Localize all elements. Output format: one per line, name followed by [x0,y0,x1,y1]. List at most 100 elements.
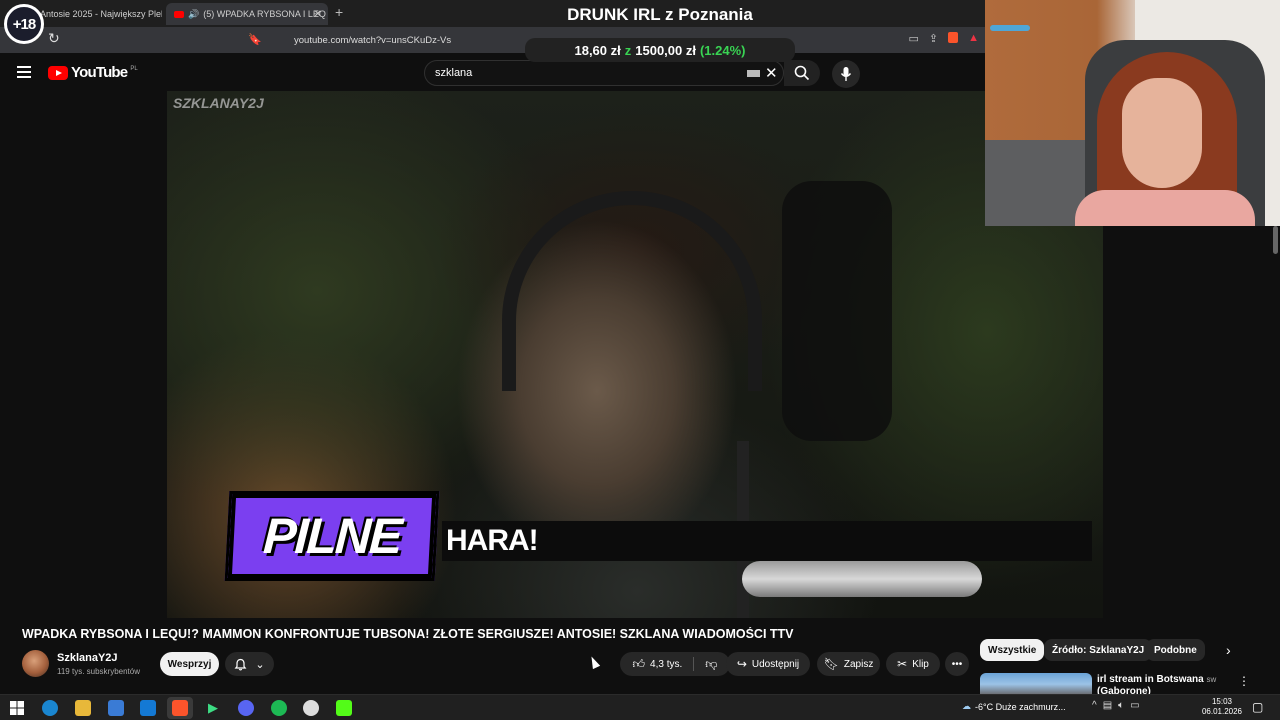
reload-icon[interactable]: ↻ [48,30,60,47]
video-player[interactable]: SZKLANAY2J PILNE HARA! [167,91,1103,618]
weather-text: -6°C Duże zachmurz... [975,701,1066,712]
url-text: youtube.com/watch?v=unsCKuDz-Vs [294,34,452,46]
system-tray: ^ ▤ 🔈︎ ▭ [1092,700,1140,711]
notification-icon[interactable]: ▢ [1252,700,1263,714]
logo-text: YouTube [71,64,128,81]
browser-tab[interactable]: Antosie 2025 - Największy Pleb [40,3,162,25]
stream-title: DRUNK IRL z Poznania [567,5,753,24]
close-tab-icon[interactable]: ✕ [314,9,322,20]
volume-icon[interactable]: 🔈︎ [1118,700,1124,711]
mouse-cursor [587,654,601,670]
browser-tab-bar: Antosie 2025 - Największy Pleb 🔊 (5) WPA… [0,0,985,27]
cloud-icon: ☁ [962,701,971,711]
more-actions-button[interactable]: ••• [945,652,969,676]
more-icon: ••• [951,658,963,670]
windows-taskbar: ▶ ☁ -6°C Duże zachmurz... ^ ▤ 🔈︎ ▭ 15:03… [0,694,1280,720]
address-bar-row: ↻ 🔖 youtube.com/watch?v=unsCKuDz-Vs ▭ ⇪ … [0,27,985,53]
clip-button[interactable]: ✂ Klip [886,652,940,676]
rec-badge: sw [1206,675,1217,684]
news-ticker: HARA! [442,521,1092,561]
brave-shield-icon[interactable] [948,32,959,43]
thumbs-down-icon[interactable]: 👎︎ [705,657,717,672]
video-title: WPADKA RYBSONA I LEQU!? MAMMON KONFRONTU… [22,627,794,641]
youtube-logo[interactable]: YouTube PL [48,64,138,81]
store-icon[interactable] [108,700,124,716]
save-label: Zapisz [843,658,874,670]
bookmark-icon[interactable]: 🔖 [248,33,262,46]
youtube-favicon-icon [174,10,184,18]
keyboard-icon[interactable] [747,70,760,77]
clear-search-icon[interactable]: ✕ [765,64,778,82]
share-icon: ↪ [736,657,747,671]
chevron-down-icon: ⌄ [255,658,265,671]
clip-label: Klip [912,658,929,670]
recommendation-menu-icon[interactable]: ⋮ [1238,674,1250,688]
notifications-button[interactable]: ⌄ [225,652,274,676]
battery-icon[interactable]: ▭ [1130,700,1139,711]
chip-source[interactable]: Źródło: SzklanaY2J [1044,639,1153,661]
share-page-icon[interactable]: ⇪ [929,32,938,45]
share-button[interactable]: ↪ Udostępnij [726,652,810,676]
voice-search-button[interactable] [832,60,860,88]
channel-watermark: SZKLANAY2J [173,95,264,111]
play-icon[interactable]: ▶ [205,700,221,716]
chip-all[interactable]: Wszystkie [980,639,1045,661]
badge-text: PILNE [261,508,403,564]
support-button[interactable]: Wesprzyj [160,652,219,676]
menu-icon[interactable] [17,66,31,78]
microphone-icon [840,67,852,81]
spotify-icon[interactable] [271,700,287,716]
like-count: 4,3 tys. [650,658,683,670]
webcam-overlay [985,0,1280,226]
scrollbar-thumb[interactable] [1273,226,1278,254]
thumbs-up-icon: 👍︎ [632,656,646,671]
tray-chevron-icon[interactable]: ^ [1092,700,1097,711]
edge-icon[interactable] [42,700,58,716]
headphones [502,191,762,391]
save-icon: 🔖︎ [823,657,839,671]
subscriber-count: 119 tys. subskrybentów [57,667,141,676]
file-explorer-icon[interactable] [75,700,91,716]
windows-start-icon[interactable] [9,700,25,716]
new-tab-button[interactable]: + [335,4,343,20]
like-button[interactable]: 👍︎ 4,3 tys. 👎︎ [620,652,730,676]
channel-avatar[interactable] [22,650,49,677]
youtube-play-icon [48,65,68,80]
search-input[interactable]: szklana ✕ [424,60,784,86]
outlook-icon[interactable] [140,700,156,716]
channel-name[interactable]: SzklanaY2J [57,652,118,664]
speaker-icon: 🔊 [188,8,200,19]
clock-date: 06.01.2026 [1201,707,1243,716]
breaking-news-badge: PILNE [224,491,440,581]
screen: Antosie 2025 - Największy Pleb 🔊 (5) WPA… [0,0,1280,720]
donation-current: 18,60 zł [574,42,621,58]
youtube-header: YouTube PL szklana ✕ [0,53,985,91]
share-label: Udostępnij [751,658,800,670]
toolbar-icons: ▭ ⇪ ▲ [908,32,979,45]
kick-icon[interactable] [336,700,352,716]
donation-percent: (1.24%) [699,42,746,58]
pip-icon[interactable]: ▭ [908,32,918,45]
obs-icon[interactable] [303,700,319,716]
search-icon [794,65,810,81]
chip-related[interactable]: Podobne [1146,639,1205,661]
brave-rewards-icon[interactable]: ▲ [968,32,979,45]
save-button[interactable]: 🔖︎ Zapisz [817,652,880,676]
clock-time: 15:03 [1211,697,1233,706]
weather-widget[interactable]: ☁ -6°C Duże zachmurz... [962,701,1066,712]
bell-icon [234,658,247,670]
tab-label: Antosie 2025 - Największy Pleb [40,9,162,19]
donation-target: 1500,00 zł [635,42,696,58]
browser-tab-active[interactable]: 🔊 (5) WPADKA RYBSONA I LEQ ✕ [166,3,328,25]
discord-icon[interactable] [238,700,254,716]
chevron-right-icon[interactable]: › [1226,642,1231,658]
age-rating-badge: +18 [4,4,44,44]
brave-icon[interactable] [172,700,188,716]
network-icon[interactable]: ▤ [1103,700,1112,711]
search-button[interactable] [784,60,820,86]
ticker-text: HARA! [446,524,539,557]
page-scrollbar[interactable] [1272,226,1280,706]
rec-title-text: irl stream in Botswana [1097,674,1204,685]
gaming-chair [782,181,892,441]
taskbar-clock[interactable]: 15:03 06.01.2026 [1200,697,1244,717]
